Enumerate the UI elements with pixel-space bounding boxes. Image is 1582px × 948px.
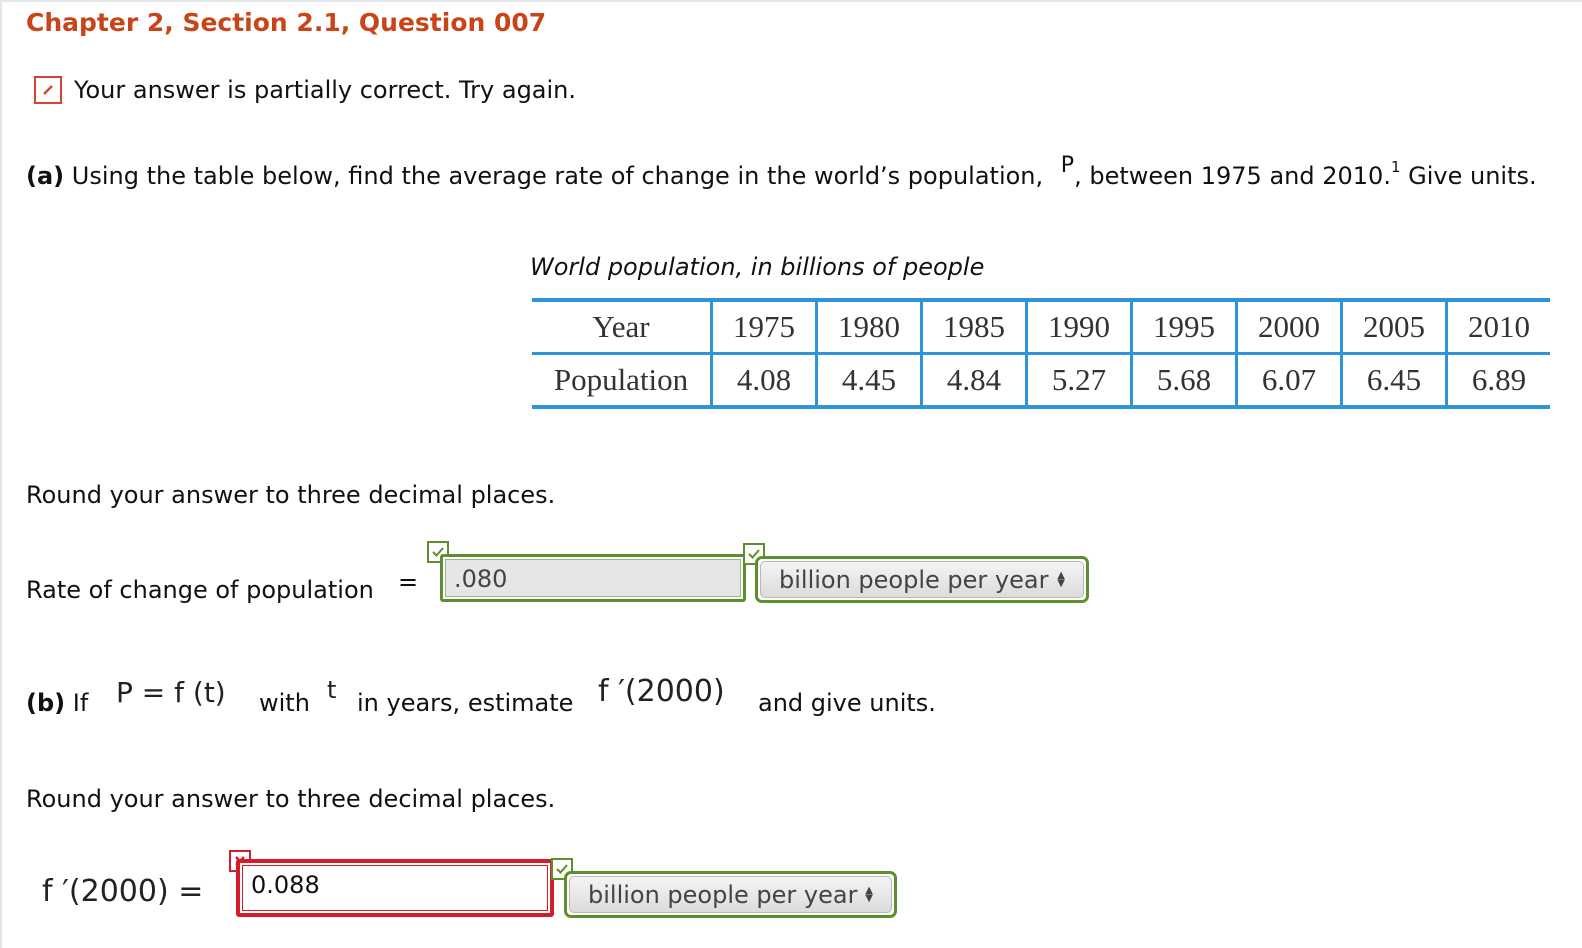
population-cell: 4.45 xyxy=(815,353,922,407)
year-cell: 1995 xyxy=(1130,300,1237,355)
rate-of-change-label: Rate of change of population xyxy=(26,576,374,604)
part-a-question-tail: , between 1975 and 2010. xyxy=(1074,162,1391,190)
partially-correct-icon xyxy=(34,76,62,104)
rate-answer-field[interactable]: .080 xyxy=(440,554,746,602)
derivative-answer-field[interactable]: 0.088 xyxy=(236,859,554,917)
population-cell: 4.08 xyxy=(710,353,817,407)
derivative-units-select[interactable]: billion people per year ▲ ▼ xyxy=(564,871,897,918)
year-cell: 1975 xyxy=(710,300,817,355)
select-arrows-icon: ▲ ▼ xyxy=(1057,569,1065,589)
question-page: Chapter 2, Section 2.1, Question 007 You… xyxy=(0,0,1582,948)
part-b-instruction: Round your answer to three decimal place… xyxy=(26,785,556,813)
population-cell: 6.45 xyxy=(1340,353,1447,407)
row-header-population: Population xyxy=(553,362,689,397)
population-cell: 6.07 xyxy=(1235,353,1342,407)
derivative-units-selected: billion people per year xyxy=(588,880,858,909)
variable-t: t xyxy=(327,676,337,704)
part-a-question-text: Using the table below, find the average … xyxy=(71,162,1044,190)
rate-units-select[interactable]: billion people per year ▲ ▼ xyxy=(755,556,1089,603)
population-cell: 5.68 xyxy=(1130,353,1237,407)
rate-units-select-inner[interactable]: billion people per year ▲ ▼ xyxy=(760,561,1084,598)
page-title: Chapter 2, Section 2.1, Question 007 xyxy=(26,8,547,37)
part-a-label: (a) xyxy=(26,162,65,190)
rate-answer-value[interactable]: .080 xyxy=(445,559,741,597)
f-prime-answer-label: f ′(2000) = xyxy=(42,874,204,909)
row-header-year: Year xyxy=(532,300,712,355)
equation-p-equals-f-of-t: P = f (t) xyxy=(116,676,226,709)
year-cell: 2000 xyxy=(1235,300,1342,355)
year-cell: 2010 xyxy=(1445,300,1550,355)
part-b-with: with xyxy=(259,689,310,717)
derivative-answer-value[interactable]: 0.088 xyxy=(242,865,548,911)
year-cell: 1990 xyxy=(1025,300,1132,355)
status-message: Your answer is partially correct. Try ag… xyxy=(74,76,577,104)
table-row-population: Population 4.08 4.45 4.84 5.27 5.68 6.07… xyxy=(532,353,1550,407)
population-cell: 4.84 xyxy=(920,353,1027,407)
population-cell: 6.89 xyxy=(1445,353,1550,407)
table-caption: World population, in billions of people xyxy=(530,253,985,281)
footnote-marker: 1 xyxy=(1390,158,1401,176)
year-cell: 1980 xyxy=(815,300,922,355)
variable-p: P xyxy=(1060,153,1075,178)
part-a-question: (a) Using the table below, find the aver… xyxy=(26,153,1537,190)
part-b-in-years: in years, estimate xyxy=(357,689,574,717)
year-cell: 1985 xyxy=(920,300,1027,355)
rate-units-selected: billion people per year xyxy=(779,565,1049,594)
table-row-year: Year 1975 1980 1985 1990 1995 2000 2005 … xyxy=(532,300,1550,355)
part-b-if: If xyxy=(72,689,89,717)
derivative-units-select-inner[interactable]: billion people per year ▲ ▼ xyxy=(569,876,892,913)
part-b-label-line: (b) If xyxy=(26,689,88,717)
expression-f-prime-2000: f ′(2000) xyxy=(598,674,725,709)
part-b-label: (b) xyxy=(26,689,66,717)
select-arrows-icon: ▲ ▼ xyxy=(865,884,873,904)
part-a-instruction: Round your answer to three decimal place… xyxy=(26,481,556,509)
population-cell: 5.27 xyxy=(1025,353,1132,407)
population-table: Year 1975 1980 1985 1990 1995 2000 2005 … xyxy=(532,298,1550,409)
part-a-question-end: Give units. xyxy=(1408,162,1537,190)
part-b-give-units: and give units. xyxy=(758,689,936,717)
equals-sign: = xyxy=(398,568,419,596)
year-cell: 2005 xyxy=(1340,300,1447,355)
